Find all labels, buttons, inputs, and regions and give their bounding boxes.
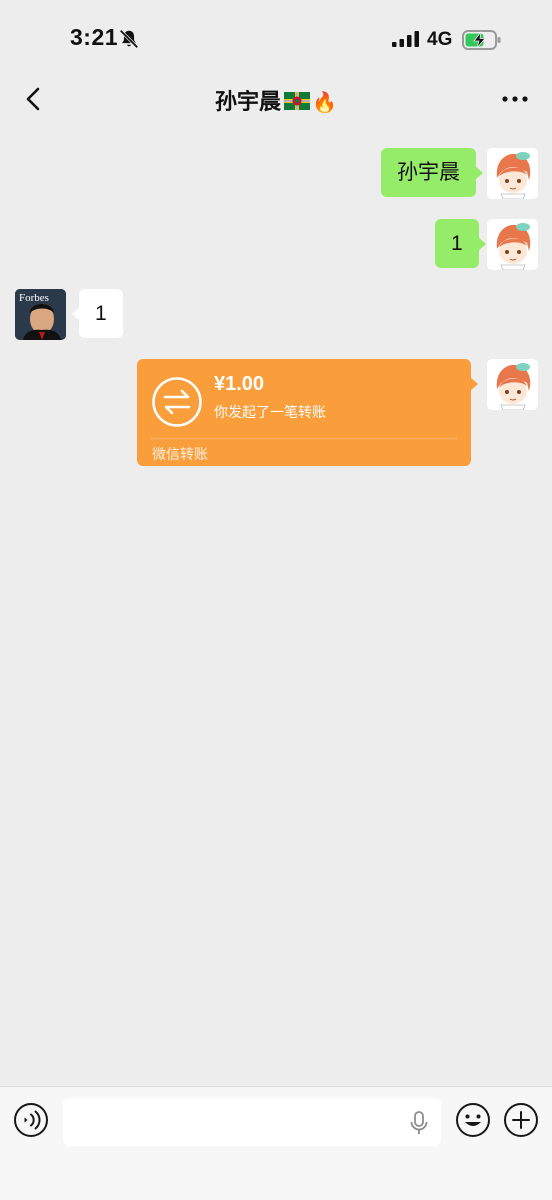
transfer-description: 你发起了一笔转账 bbox=[214, 404, 326, 420]
contact-avatar[interactable]: Forbes bbox=[15, 289, 66, 340]
voice-icon[interactable] bbox=[13, 1102, 49, 1138]
flag-emoji bbox=[284, 92, 311, 110]
message-bubble-outgoing[interactable]: 1 bbox=[435, 219, 486, 268]
status-time: 3:21 bbox=[70, 24, 119, 50]
transfer-divider bbox=[151, 438, 457, 439]
bell-slash-icon bbox=[119, 29, 139, 49]
chat-title: 孙宇晨 🔥 bbox=[0, 84, 552, 116]
status-bar: 3:21 4G bbox=[0, 0, 552, 72]
message-text: 1 bbox=[95, 302, 107, 325]
self-avatar[interactable] bbox=[487, 219, 538, 270]
transfer-footer: 微信转账 bbox=[152, 446, 208, 462]
signal-icon bbox=[392, 31, 419, 47]
nav-bar: 孙宇晨 🔥 bbox=[0, 72, 552, 128]
transfer-card[interactable]: ¥1.00 你发起了一笔转账 微信转账 bbox=[137, 359, 478, 466]
self-avatar[interactable] bbox=[487, 148, 538, 199]
emoji-icon[interactable] bbox=[455, 1102, 491, 1138]
self-avatar[interactable] bbox=[487, 359, 538, 410]
transfer-icon bbox=[152, 377, 202, 427]
message-text: 孙宇晨 bbox=[397, 161, 460, 184]
more-icon[interactable] bbox=[498, 86, 532, 112]
message-input[interactable] bbox=[63, 1098, 441, 1146]
fire-emoji: 🔥 bbox=[312, 92, 337, 114]
message-text: 1 bbox=[451, 232, 463, 255]
message-bubble-incoming[interactable]: 1 bbox=[72, 289, 123, 338]
transfer-amount: ¥1.00 bbox=[214, 373, 265, 395]
message-bubble-outgoing[interactable]: 孙宇晨 bbox=[381, 148, 483, 197]
mic-icon[interactable] bbox=[409, 1111, 429, 1135]
input-bar bbox=[0, 1086, 552, 1200]
chat-title-text: 孙宇晨 bbox=[215, 89, 282, 114]
avatar-forbes-text: Forbes bbox=[19, 292, 49, 304]
plus-icon[interactable] bbox=[503, 1102, 539, 1138]
battery-charging-icon bbox=[462, 30, 501, 50]
network-type: 4G bbox=[427, 29, 453, 50]
